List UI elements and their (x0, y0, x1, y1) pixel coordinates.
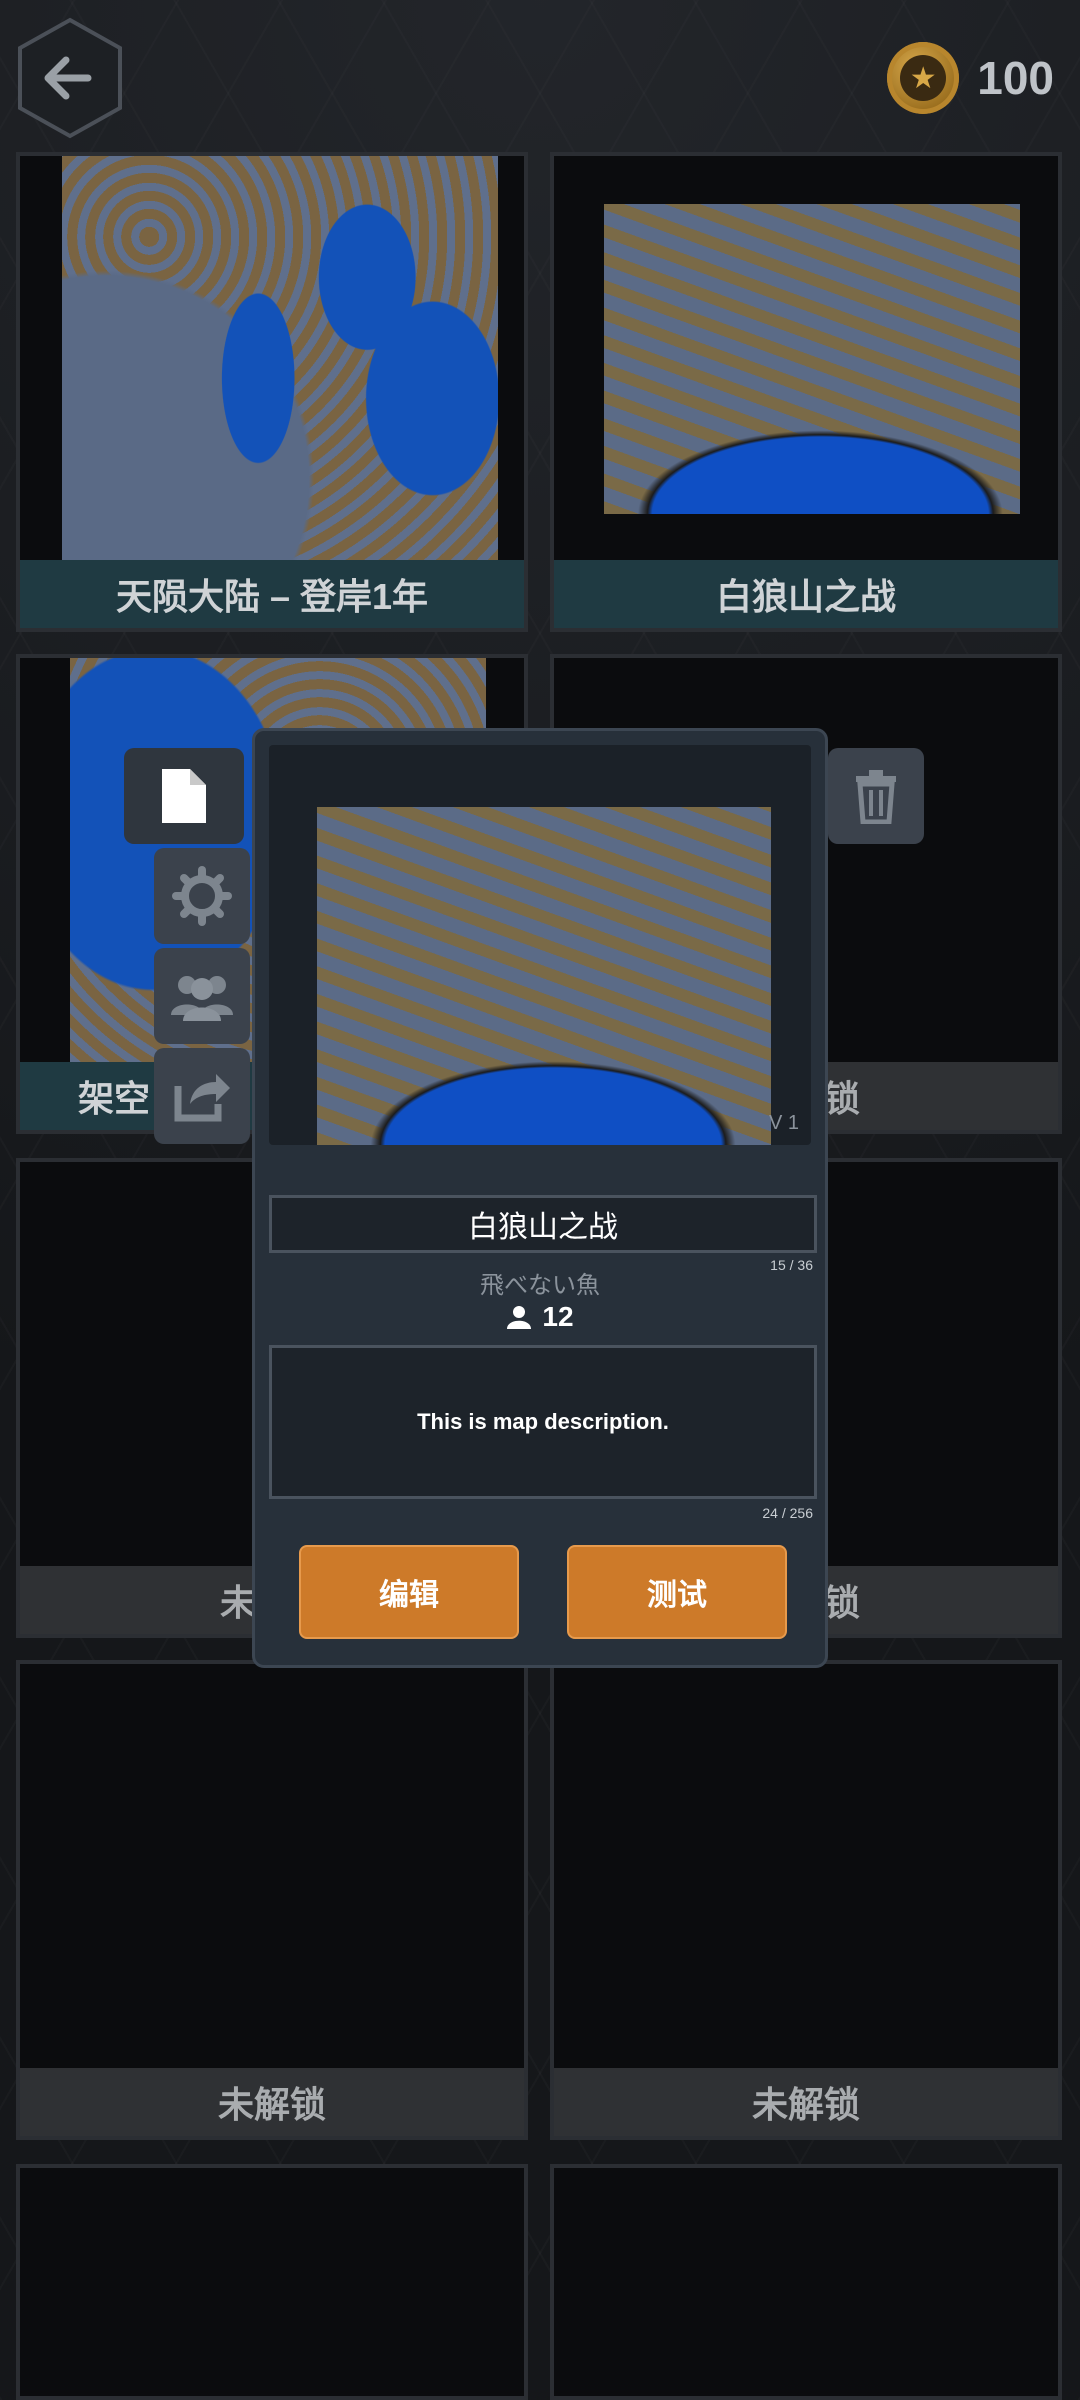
map-card-label: 天陨大陆 – 登岸1年 (20, 560, 524, 628)
file-icon (162, 769, 206, 823)
file-button[interactable] (124, 748, 244, 844)
map-card-1[interactable]: 天陨大陆 – 登岸1年 (16, 152, 528, 632)
map-name-field[interactable]: 白狼山之战 (269, 1195, 817, 1253)
map-card-label: 白狼山之战 (554, 560, 1058, 628)
player-count-value: 12 (542, 1301, 574, 1332)
map-card-7[interactable]: 未解锁 (16, 1660, 528, 2140)
player-count: 12 (255, 1301, 825, 1333)
share-button[interactable] (154, 1048, 250, 1144)
user-icon (507, 1306, 532, 1329)
map-card-8[interactable]: 未解锁 (550, 1660, 1062, 2140)
delete-button[interactable] (828, 748, 924, 844)
map-thumbnail (62, 156, 498, 560)
map-card-9[interactable] (16, 2164, 528, 2400)
map-card-label: 未解锁 (20, 2068, 524, 2136)
description-char-count: 24 / 256 (762, 1505, 813, 1521)
gear-icon (172, 866, 232, 926)
coin-icon: ★ (887, 42, 960, 114)
map-card-10[interactable] (550, 2164, 1062, 2400)
map-thumbnail (604, 204, 1020, 514)
trash-icon (856, 770, 896, 824)
author-name: 飛べない魚 (480, 1271, 600, 1299)
users-icon (171, 976, 233, 1021)
map-preview-image (317, 807, 771, 1145)
settings-button[interactable] (154, 848, 250, 944)
players-button[interactable] (154, 948, 250, 1044)
map-card-label: 未解锁 (554, 2068, 1058, 2136)
coin-balance: ★ 100 (887, 40, 1054, 116)
share-icon (174, 1074, 230, 1122)
map-preview: V 1 (269, 745, 811, 1145)
version-label: V 1 (768, 1112, 799, 1134)
hexagon-icon (18, 17, 122, 139)
map-detail-popup: V 1 白狼山之战 15 / 36 飛べない魚 12 This is map d… (252, 728, 828, 1668)
coin-value: 100 (977, 52, 1054, 104)
map-description-field[interactable]: This is map description. (269, 1345, 817, 1499)
back-button[interactable] (16, 16, 124, 140)
test-button[interactable]: 测试 (567, 1545, 787, 1639)
map-card-2[interactable]: 白狼山之战 (550, 152, 1062, 632)
edit-button[interactable]: 编辑 (299, 1545, 519, 1639)
